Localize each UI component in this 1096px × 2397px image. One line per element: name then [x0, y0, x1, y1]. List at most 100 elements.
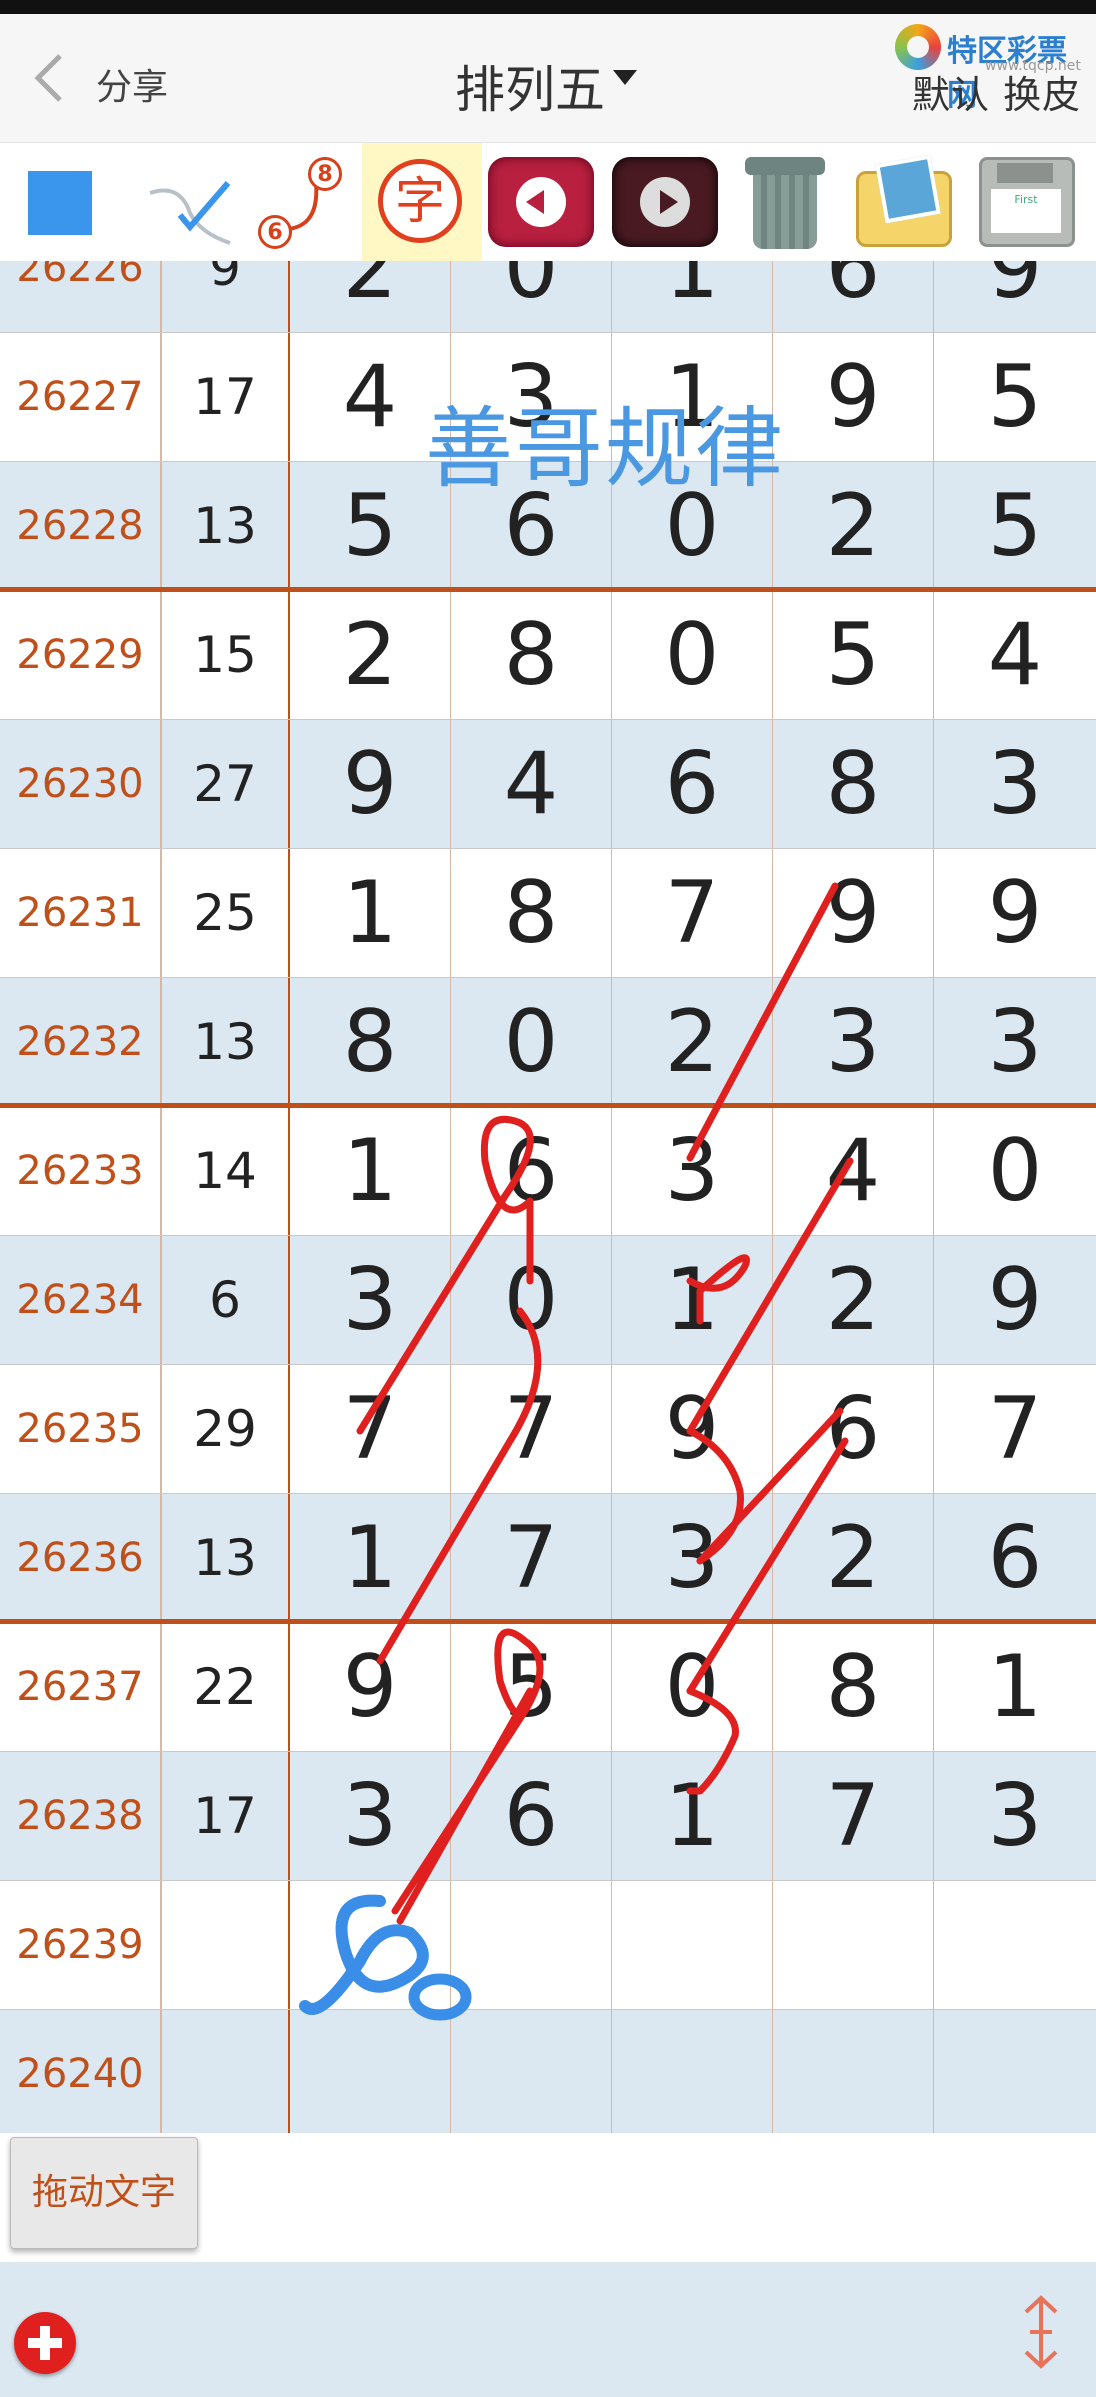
digit-cell[interactable]: 8 [451, 849, 612, 977]
table-row: 26231 25 1 8 7 9 9 [0, 849, 1096, 978]
digit-cell[interactable] [290, 1881, 451, 2009]
trash-icon[interactable] [735, 153, 835, 253]
digit-cell[interactable]: 6 [612, 720, 773, 848]
digit-cell[interactable]: 9 [290, 720, 451, 848]
digit-cell[interactable]: 0 [451, 261, 612, 332]
digit-cell[interactable]: 9 [612, 1365, 773, 1493]
digit-cell[interactable]: 8 [773, 720, 934, 848]
save-disk-icon[interactable]: First [975, 155, 1079, 251]
digit-cell[interactable]: 3 [451, 333, 612, 461]
digit-cell[interactable]: 5 [773, 591, 934, 719]
digit-cell[interactable]: 9 [934, 1236, 1096, 1364]
table-row: 26228 13 5 6 0 2 5 [0, 462, 1096, 591]
table-row: 26233 14 1 6 3 4 0 [0, 1107, 1096, 1236]
digit-cell[interactable]: 9 [773, 333, 934, 461]
digit-cell[interactable]: 6 [451, 462, 612, 590]
digit-cell[interactable] [934, 2010, 1096, 2133]
digit-cell[interactable]: 1 [934, 1623, 1096, 1751]
digit-cell[interactable]: 6 [451, 1752, 612, 1880]
digit-cell[interactable]: 6 [934, 1494, 1096, 1622]
digit-cell[interactable]: 1 [612, 261, 773, 332]
digit-cell[interactable]: 2 [773, 1494, 934, 1622]
digit-cell[interactable]: 9 [773, 849, 934, 977]
digit-cell[interactable]: 6 [451, 1107, 612, 1235]
digit-cell[interactable]: 0 [612, 1623, 773, 1751]
digit-cell[interactable] [451, 1881, 612, 2009]
digit-cell[interactable]: 9 [934, 849, 1096, 977]
digit-cell[interactable] [451, 2010, 612, 2133]
digit-cell[interactable]: 3 [934, 1752, 1096, 1880]
digit-cell[interactable]: 5 [451, 1623, 612, 1751]
digit-cell[interactable]: 9 [934, 261, 1096, 332]
digit-cell[interactable]: 2 [290, 591, 451, 719]
digit-cell[interactable] [934, 1881, 1096, 2009]
digit-cell[interactable]: 3 [612, 1107, 773, 1235]
digit-cell[interactable]: 6 [773, 1365, 934, 1493]
digit-cell[interactable]: 4 [934, 591, 1096, 719]
undo-arrow-icon[interactable] [488, 157, 594, 247]
issue-number: 26233 [0, 1107, 162, 1235]
table-row: 26226 9 2 0 1 6 9 [0, 261, 1096, 333]
digit-cell[interactable]: 4 [773, 1107, 934, 1235]
digit-cell[interactable]: 5 [290, 462, 451, 590]
digit-cell[interactable]: 0 [612, 462, 773, 590]
digit-cell[interactable]: 8 [451, 591, 612, 719]
digit-cell[interactable]: 2 [773, 1236, 934, 1364]
table-row: 26229 15 2 8 0 5 4 [0, 591, 1096, 720]
digit-cell[interactable]: 0 [451, 978, 612, 1106]
skin-links[interactable]: 默认 换皮 [912, 64, 1081, 119]
digit-cell[interactable]: 3 [290, 1236, 451, 1364]
digit-cell[interactable]: 1 [612, 1236, 773, 1364]
share-button[interactable]: 分享 [96, 58, 168, 110]
digit-cell[interactable] [612, 2010, 773, 2133]
digit-cell[interactable]: 8 [290, 978, 451, 1106]
digit-cell[interactable]: 3 [934, 720, 1096, 848]
digit-cell[interactable]: 7 [934, 1365, 1096, 1493]
digit-cell[interactable]: 4 [451, 720, 612, 848]
digit-cell[interactable]: 9 [290, 1623, 451, 1751]
digit-cell[interactable]: 5 [934, 462, 1096, 590]
digit-cell[interactable]: 8 [773, 1623, 934, 1751]
digit-cell[interactable]: 0 [612, 591, 773, 719]
redo-arrow-icon[interactable] [612, 157, 718, 247]
digit-cell[interactable]: 0 [934, 1107, 1096, 1235]
digit-cell[interactable]: 7 [290, 1365, 451, 1493]
color-square-icon[interactable] [28, 171, 92, 235]
digit-cell[interactable] [290, 2010, 451, 2133]
digit-cell[interactable] [612, 1881, 773, 2009]
digit-cell[interactable] [773, 1881, 934, 2009]
back-arrow-icon[interactable] [30, 52, 70, 104]
digit-cell[interactable]: 2 [290, 261, 451, 332]
digit-cell[interactable]: 3 [290, 1752, 451, 1880]
add-icon[interactable] [14, 2312, 76, 2374]
photo-album-icon[interactable] [848, 154, 960, 251]
digit-cell[interactable]: 7 [451, 1494, 612, 1622]
digit-cell[interactable]: 3 [773, 978, 934, 1106]
digit-cell[interactable]: 5 [934, 333, 1096, 461]
title-dropdown-icon[interactable] [613, 70, 637, 85]
digit-cell[interactable]: 6 [773, 261, 934, 332]
digit-cell[interactable]: 1 [290, 1494, 451, 1622]
digit-cell[interactable] [773, 2010, 934, 2133]
digit-cell[interactable]: 7 [451, 1365, 612, 1493]
digit-cell[interactable]: 2 [773, 462, 934, 590]
digit-cell[interactable]: 1 [290, 849, 451, 977]
digit-cell[interactable]: 0 [451, 1236, 612, 1364]
page-title[interactable]: 排列五 [455, 50, 605, 122]
digit-cell[interactable]: 3 [612, 1494, 773, 1622]
digit-cell[interactable]: 7 [612, 849, 773, 977]
dots-connect-icon[interactable]: 8 6 [250, 153, 350, 253]
digit-cell[interactable]: 1 [612, 333, 773, 461]
digit-cell[interactable]: 1 [612, 1752, 773, 1880]
digit-cell[interactable]: 4 [290, 333, 451, 461]
scroll-updown-icon[interactable] [1016, 2292, 1066, 2372]
digit-cell[interactable]: 1 [290, 1107, 451, 1235]
digit-cell[interactable]: 2 [612, 978, 773, 1106]
issue-number: 26235 [0, 1365, 162, 1493]
issue-number: 26237 [0, 1623, 162, 1751]
drag-text-button[interactable]: 拖动文字 [10, 2137, 198, 2249]
pen-tool-icon[interactable] [140, 153, 240, 253]
digit-cell[interactable]: 7 [773, 1752, 934, 1880]
digit-cell[interactable]: 3 [934, 978, 1096, 1106]
text-tool-button[interactable]: 字 [362, 143, 482, 261]
